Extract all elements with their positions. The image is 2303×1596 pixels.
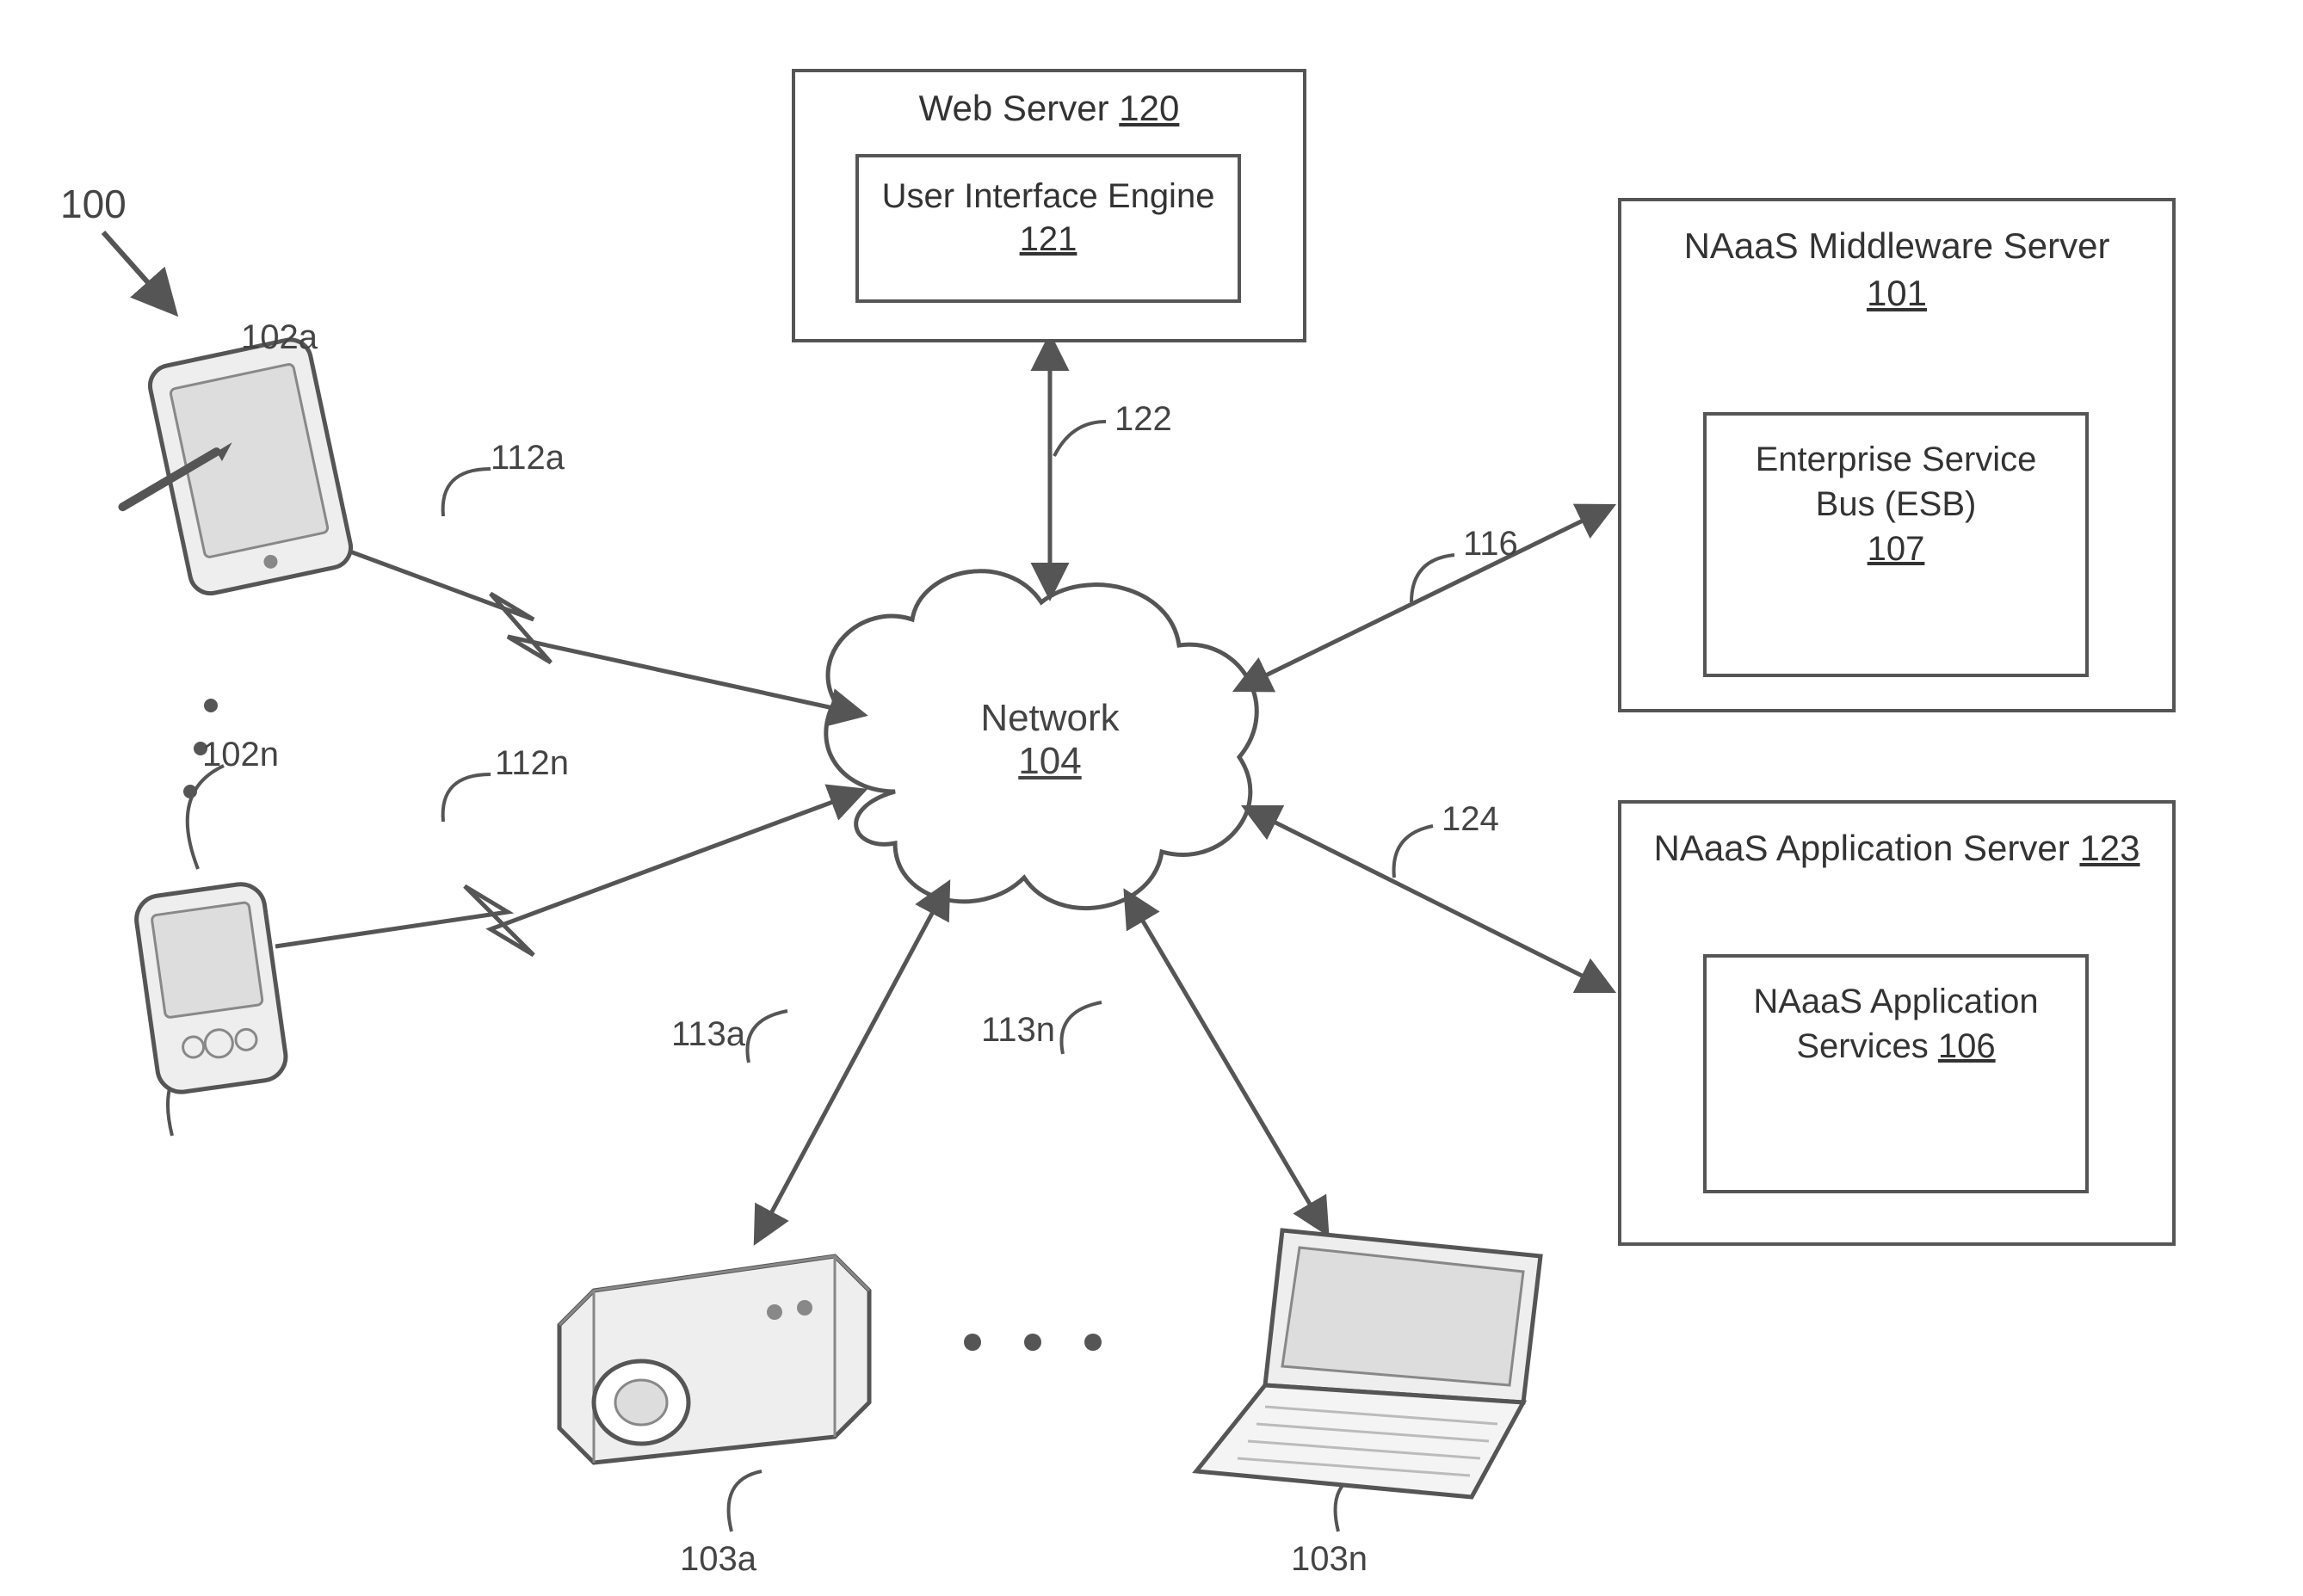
- pda-icon: [133, 881, 289, 1095]
- app-server-title: NAaaS Application Server: [1653, 828, 2069, 868]
- esb-title: Enterprise Service Bus (ESB): [1756, 441, 2037, 523]
- network-title: Network: [980, 697, 1119, 739]
- figure-ref: 100: [60, 181, 127, 227]
- middleware-title: NAaaS Middleware Server: [1684, 225, 2110, 266]
- web-server-box: Web Server 120 User Interface Engine 121: [792, 69, 1306, 342]
- middleware-box: NAaaS Middleware Server 101 Enterprise S…: [1618, 198, 2176, 712]
- diagram-canvas: 100 Network 104 Web Server 120 User Inte…: [0, 0, 2303, 1596]
- app-services-ref: 106: [1938, 1027, 1996, 1065]
- laptop-icon: [1196, 1230, 1540, 1497]
- link-113n: 113n: [981, 1011, 1055, 1050]
- esb-ref: 107: [1868, 530, 1925, 568]
- ui-engine-box: User Interface Engine 121: [855, 154, 1241, 303]
- tablet-ref: 102a: [241, 318, 318, 357]
- link-122: 122: [1114, 400, 1172, 439]
- link-112a: 112a: [491, 439, 565, 478]
- ui-engine-ref: 121: [1020, 220, 1077, 258]
- esb-box: Enterprise Service Bus (ESB) 107: [1703, 412, 2089, 677]
- link-124: 124: [1442, 800, 1499, 839]
- app-services-box: NAaaS Application Services 106: [1703, 954, 2089, 1193]
- web-server-ref: 120: [1119, 88, 1179, 128]
- laptop-ref: 103n: [1291, 1540, 1368, 1579]
- middleware-ref: 101: [1867, 273, 1927, 313]
- tablet-icon: [96, 336, 355, 607]
- projector-ref: 103a: [680, 1540, 756, 1579]
- ui-engine-title: User Interface Engine: [882, 177, 1215, 215]
- link-116: 116: [1463, 525, 1518, 564]
- network-label: Network 104: [947, 697, 1153, 783]
- link-113a: 113a: [671, 1015, 745, 1054]
- app-server-ref: 123: [2079, 828, 2139, 868]
- link-112n: 112n: [495, 744, 569, 783]
- app-services-title: NAaaS Application Services: [1753, 983, 2038, 1065]
- app-server-box: NAaaS Application Server 123 NAaaS Appli…: [1618, 800, 2176, 1246]
- network-ref: 104: [1018, 740, 1081, 782]
- pda-ref-lead: 102n: [202, 736, 279, 774]
- projector-icon: [559, 1256, 869, 1463]
- web-server-title: Web Server: [919, 88, 1109, 128]
